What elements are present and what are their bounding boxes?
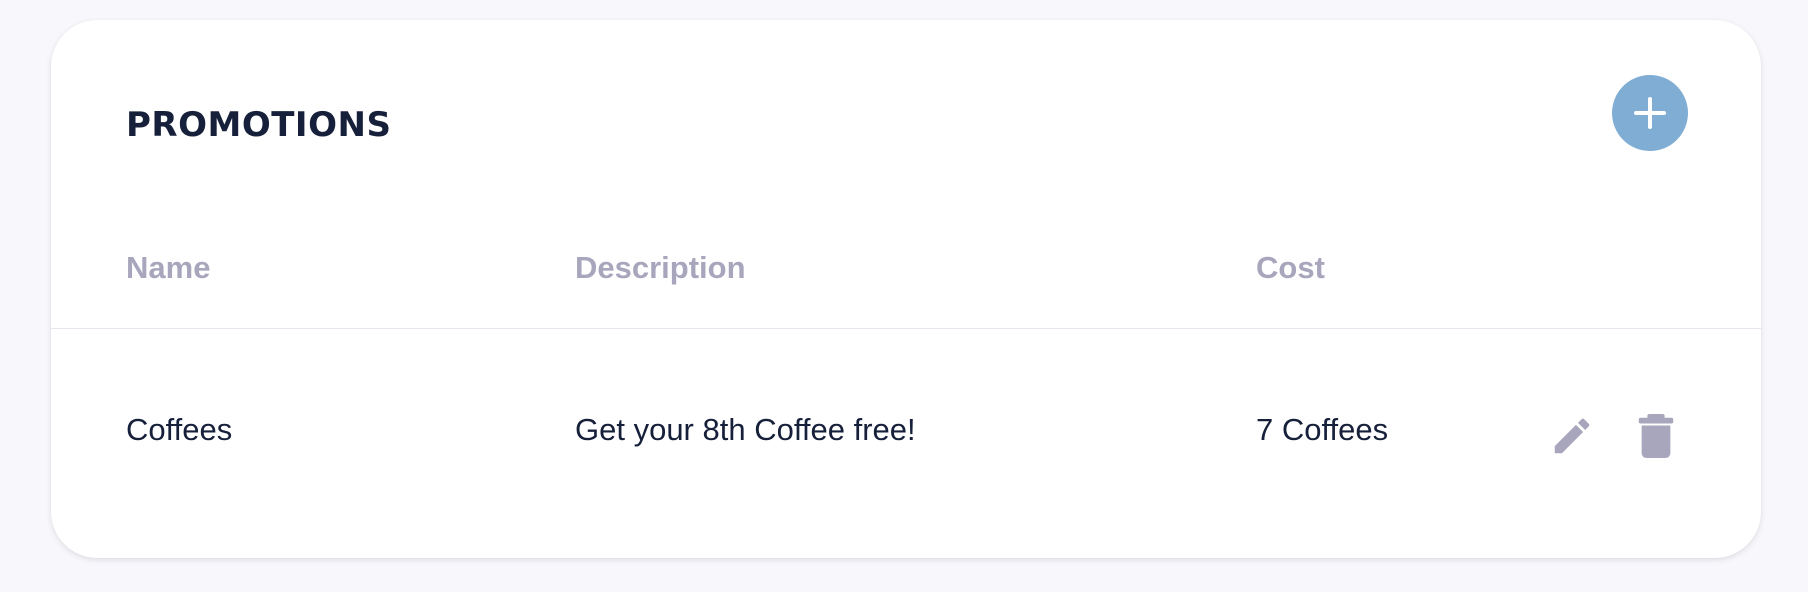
delete-promotion-button[interactable] [1631,411,1681,461]
promotion-name: Coffees [126,412,233,447]
column-header-name: Name [126,250,211,285]
column-header-cost: Cost [1256,250,1325,285]
promotion-description: Get your 8th Coffee free! [575,412,916,447]
trash-icon [1638,413,1674,459]
promotion-cost: 7 Coffees [1256,412,1389,447]
promotions-card: PROMOTIONS Name Description Cost Coffees… [51,20,1761,558]
column-header-description: Description [575,250,746,285]
pencil-icon [1554,418,1590,454]
table-header: Name Description Cost [51,20,1761,329]
edit-promotion-button[interactable] [1547,411,1597,461]
